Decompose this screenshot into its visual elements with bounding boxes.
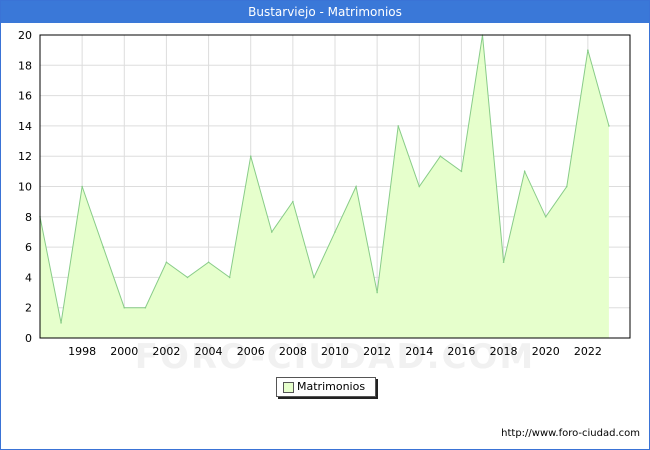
y-tick-label: 2 [25, 302, 32, 315]
data-point [144, 306, 147, 309]
y-tick-label: 0 [25, 332, 32, 345]
x-tick-label: 2022 [574, 345, 602, 358]
y-tick-label: 20 [18, 29, 32, 42]
x-tick-label: 2020 [532, 345, 560, 358]
data-point [270, 231, 273, 233]
data-point [102, 246, 105, 248]
data-point [123, 306, 126, 309]
data-point [355, 185, 357, 188]
data-point [565, 185, 568, 188]
source-url: http://www.foro-ciudad.com [501, 428, 640, 439]
data-point [81, 185, 83, 188]
legend-label-matrimonios: Matrimonios [297, 380, 366, 393]
x-tick-label: 2016 [447, 345, 475, 358]
data-point [502, 261, 505, 264]
data-point [60, 322, 62, 324]
y-tick-label: 4 [25, 271, 32, 284]
data-point [334, 231, 336, 233]
y-tick-label: 12 [18, 150, 32, 163]
data-point [186, 276, 189, 279]
x-tick-label: 2012 [363, 345, 391, 358]
y-tick-label: 16 [18, 90, 32, 103]
data-point [523, 170, 526, 173]
y-tick-label: 8 [25, 211, 32, 224]
data-point [608, 125, 610, 127]
data-point [439, 155, 442, 157]
x-tick-label: 2018 [490, 345, 518, 358]
chart-legend: Matrimonios [276, 377, 376, 397]
x-tick-label: 2010 [321, 345, 349, 358]
data-point [376, 291, 378, 294]
x-tick-label: 2008 [279, 345, 307, 358]
data-point [418, 185, 421, 188]
x-tick-label: 2004 [195, 345, 223, 358]
x-tick-label: 2014 [405, 345, 433, 358]
data-point [165, 261, 168, 264]
data-point [460, 170, 463, 173]
x-tick-label: 2006 [237, 345, 265, 358]
y-tick-label: 10 [18, 181, 32, 194]
data-point [228, 276, 231, 279]
legend-swatch-matrimonios [283, 382, 294, 393]
y-tick-label: 6 [25, 241, 32, 254]
data-point [207, 261, 210, 264]
data-point [249, 155, 252, 157]
x-tick-label: 2000 [110, 345, 138, 358]
y-tick-label: 18 [18, 59, 32, 72]
data-point [292, 200, 294, 203]
y-tick-label: 14 [18, 120, 32, 133]
data-point [544, 216, 547, 218]
data-point [397, 125, 400, 127]
x-tick-label: 2002 [152, 345, 180, 358]
x-tick-label: 1998 [68, 345, 96, 358]
data-point [313, 276, 315, 279]
data-point [587, 49, 589, 51]
